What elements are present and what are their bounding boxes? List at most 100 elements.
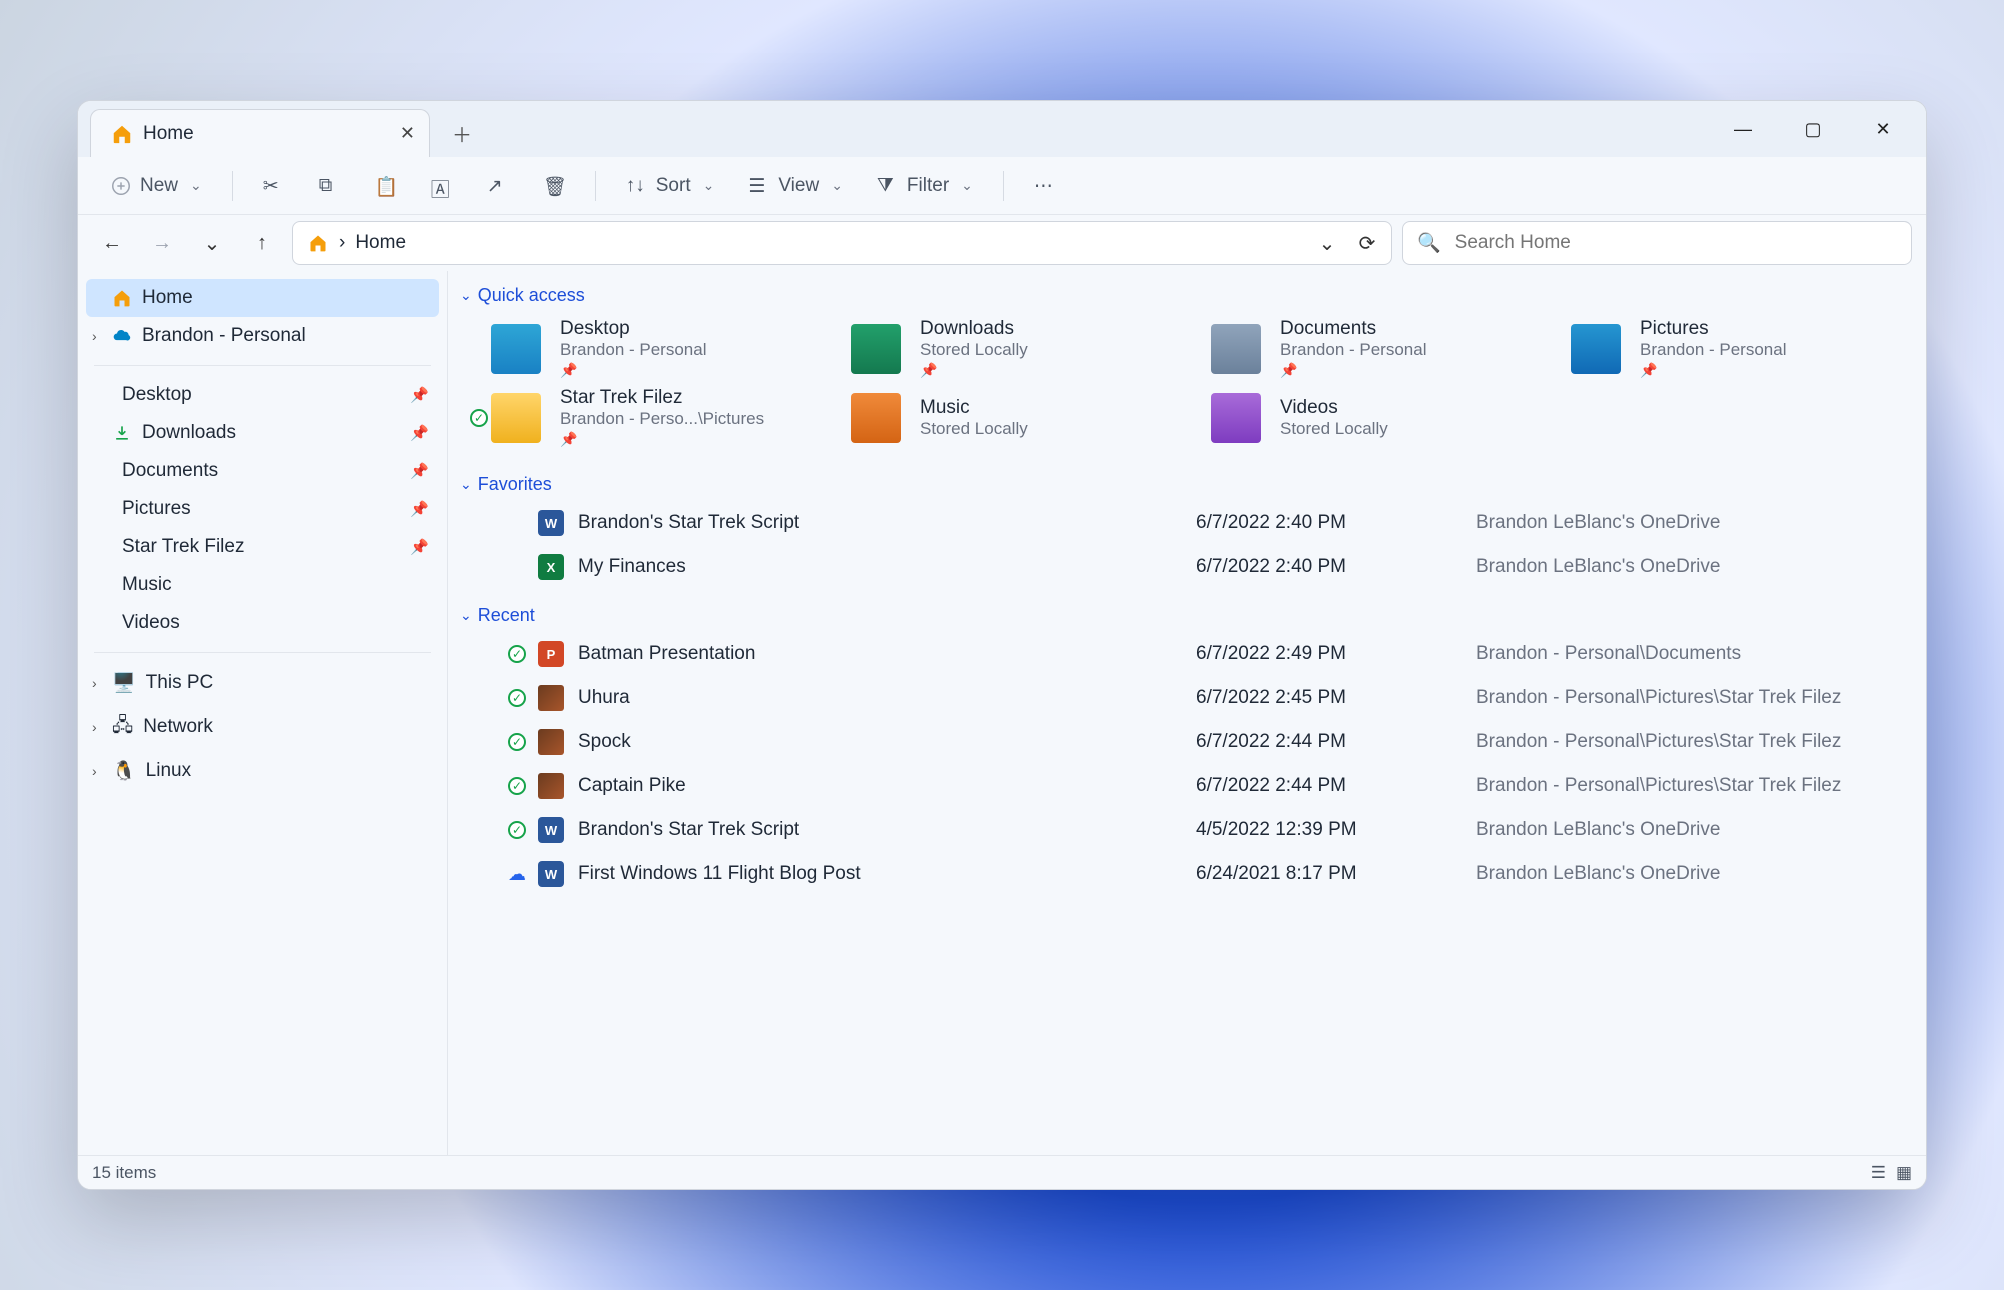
navigation-pane: Home ›Brandon - Personal Desktop📌Download… <box>78 271 448 1155</box>
refresh-button[interactable]: ⟳ <box>1351 223 1383 263</box>
pin-icon: 📌 <box>410 462 429 480</box>
sidebar-item-home[interactable]: Home <box>86 279 439 317</box>
chevron-right-icon[interactable]: › <box>92 328 97 344</box>
sidebar-item-network[interactable]: › 🖧 Network <box>86 703 439 751</box>
status-bar: 15 items ☰ ▦ <box>78 1155 1926 1189</box>
filter-button[interactable]: ⧩ Filter ⌄ <box>863 169 987 203</box>
paste-button[interactable]: 📋 <box>361 169 411 203</box>
favorites-title: Favorites <box>478 474 552 495</box>
quick-access-desktop[interactable]: Desktop Brandon - Personal 📌 <box>486 318 826 379</box>
layout-icon: ☰ <box>748 175 770 197</box>
sidebar-item-videos[interactable]: Videos <box>86 604 439 642</box>
sidebar-item-linux[interactable]: ›🐧Linux <box>86 751 439 791</box>
sort-button[interactable]: ↑↓ Sort ⌄ <box>612 169 729 203</box>
file-date: 4/5/2022 12:39 PM <box>1196 819 1476 841</box>
tab-home[interactable]: Home ✕ <box>90 109 430 157</box>
rename-button[interactable]: 🄰 <box>417 169 467 203</box>
more-button[interactable]: ⋯ <box>1020 169 1070 203</box>
folder-title: Music <box>920 397 1028 419</box>
onedrive-icon <box>112 326 132 346</box>
delete-button[interactable]: 🗑 <box>529 169 579 203</box>
share-button[interactable]: ↗ <box>473 169 523 203</box>
word-file-icon: W <box>538 817 564 843</box>
quick-access-star-trek-filez[interactable]: ✓ Star Trek Filez Brandon - Perso...\Pic… <box>486 387 826 448</box>
file-name: Captain Pike <box>568 775 1196 797</box>
quick-access-documents[interactable]: Documents Brandon - Personal 📌 <box>1206 318 1546 379</box>
file-name: Spock <box>568 731 1196 753</box>
file-row[interactable]: ✓W Brandon's Star Trek Script 4/5/2022 1… <box>462 808 1906 852</box>
content-split: Home›Brandon - Personal Desktop📌Download… <box>78 271 1926 1155</box>
chevron-right-icon[interactable]: › <box>92 763 97 779</box>
pin-icon: 📌 <box>1280 362 1426 379</box>
sidebar-item-star-trek-filez[interactable]: Star Trek Filez📌 <box>86 528 439 566</box>
quick-access-downloads[interactable]: Downloads Stored Locally 📌 <box>846 318 1186 379</box>
folder-subtitle: Stored Locally <box>1280 419 1388 439</box>
maximize-button[interactable]: ▢ <box>1778 105 1848 153</box>
new-tab-button[interactable]: ＋ <box>438 109 486 157</box>
recent-locations-button[interactable]: ⌄ <box>192 223 232 263</box>
sidebar-item-music[interactable]: Music <box>86 566 439 604</box>
favorites-header[interactable]: ⌄ Favorites <box>456 468 1906 501</box>
file-row[interactable]: ☁W First Windows 11 Flight Blog Post 6/2… <box>462 852 1906 896</box>
file-location: Brandon LeBlanc's OneDrive <box>1476 556 1906 578</box>
chevron-right-icon[interactable]: › <box>92 675 97 691</box>
sidebar-item-label: Linux <box>146 760 191 782</box>
file-row[interactable]: ✓ Captain Pike 6/7/2022 2:44 PM Brandon … <box>462 764 1906 808</box>
sidebar-item-documents[interactable]: Documents📌 <box>86 452 439 490</box>
home-icon <box>111 123 133 145</box>
sidebar-item-downloads[interactable]: Downloads📌 <box>86 414 439 452</box>
copy-button[interactable]: ⧉ <box>305 169 355 203</box>
back-button[interactable]: ← <box>92 223 132 263</box>
recent-header[interactable]: ⌄ Recent <box>456 599 1906 632</box>
sidebar-item-this-pc[interactable]: ›🖥️This PC <box>86 663 439 703</box>
close-tab-button[interactable]: ✕ <box>400 123 415 144</box>
file-explorer-window: Home ✕ ＋ — ▢ ✕ New ⌄ ✂ ⧉ 📋 🄰 ↗ 🗑 ↑↓ S <box>77 100 1927 1190</box>
sidebar-item-desktop[interactable]: Desktop📌 <box>86 376 439 414</box>
history-dropdown-button[interactable]: ⌄ <box>1311 223 1343 263</box>
quick-access-header[interactable]: ⌄ Quick access <box>456 279 1906 312</box>
chevron-down-icon: ⌄ <box>460 476 472 493</box>
device-icon: 🖧 <box>112 711 133 743</box>
folder-icon <box>846 319 906 379</box>
quick-access-videos[interactable]: Videos Stored Locally <box>1206 387 1546 448</box>
close-window-button[interactable]: ✕ <box>1848 105 1918 153</box>
copy-icon: ⧉ <box>319 175 341 197</box>
cut-button[interactable]: ✂ <box>249 169 299 203</box>
file-row[interactable]: W Brandon's Star Trek Script 6/7/2022 2:… <box>462 501 1906 545</box>
chevron-right-icon[interactable]: › <box>92 719 97 735</box>
titlebar: Home ✕ ＋ — ▢ ✕ <box>78 101 1926 157</box>
file-date: 6/7/2022 2:44 PM <box>1196 775 1476 797</box>
folder-subtitle: Brandon - Perso...\Pictures <box>560 409 764 429</box>
synced-check-icon: ✓ <box>508 777 526 795</box>
minimize-button[interactable]: — <box>1708 105 1778 153</box>
tiles-view-button[interactable]: ▦ <box>1896 1163 1912 1183</box>
ellipsis-icon: ⋯ <box>1034 175 1056 197</box>
sidebar-item-label: Pictures <box>122 498 191 520</box>
pin-icon: 📌 <box>410 386 429 404</box>
quick-access-music[interactable]: Music Stored Locally <box>846 387 1186 448</box>
sidebar-item-label: This PC <box>146 672 214 694</box>
file-row[interactable]: ✓P Batman Presentation 6/7/2022 2:49 PM … <box>462 632 1906 676</box>
sidebar-item-label: Network <box>143 716 213 738</box>
tab-strip: Home ✕ ＋ <box>86 101 486 157</box>
file-row[interactable]: ✓ Spock 6/7/2022 2:44 PM Brandon - Perso… <box>462 720 1906 764</box>
view-button[interactable]: ☰ View ⌄ <box>734 169 857 203</box>
file-name: Brandon's Star Trek Script <box>568 512 1196 534</box>
quick-access-pictures[interactable]: Pictures Brandon - Personal 📌 <box>1566 318 1906 379</box>
synced-check-icon: ✓ <box>508 645 526 663</box>
sidebar-item-label: Home <box>142 287 193 309</box>
sidebar-item-pictures[interactable]: Pictures📌 <box>86 490 439 528</box>
file-date: 6/7/2022 2:45 PM <box>1196 687 1476 709</box>
search-input[interactable] <box>1455 232 1897 254</box>
sidebar-item-brandon-personal[interactable]: ›Brandon - Personal <box>86 317 439 355</box>
word-file-icon: W <box>538 510 564 536</box>
address-bar[interactable]: › Home ⌄ ⟳ <box>292 221 1392 265</box>
new-button[interactable]: New ⌄ <box>96 169 216 203</box>
file-row[interactable]: X My Finances 6/7/2022 2:40 PM Brandon L… <box>462 545 1906 589</box>
up-button[interactable]: ↑ <box>242 223 282 263</box>
search-box[interactable]: 🔍 <box>1402 221 1912 265</box>
forward-button[interactable]: → <box>142 223 182 263</box>
item-count: 15 items <box>92 1163 156 1183</box>
file-row[interactable]: ✓ Uhura 6/7/2022 2:45 PM Brandon - Perso… <box>462 676 1906 720</box>
details-view-button[interactable]: ☰ <box>1871 1163 1886 1183</box>
